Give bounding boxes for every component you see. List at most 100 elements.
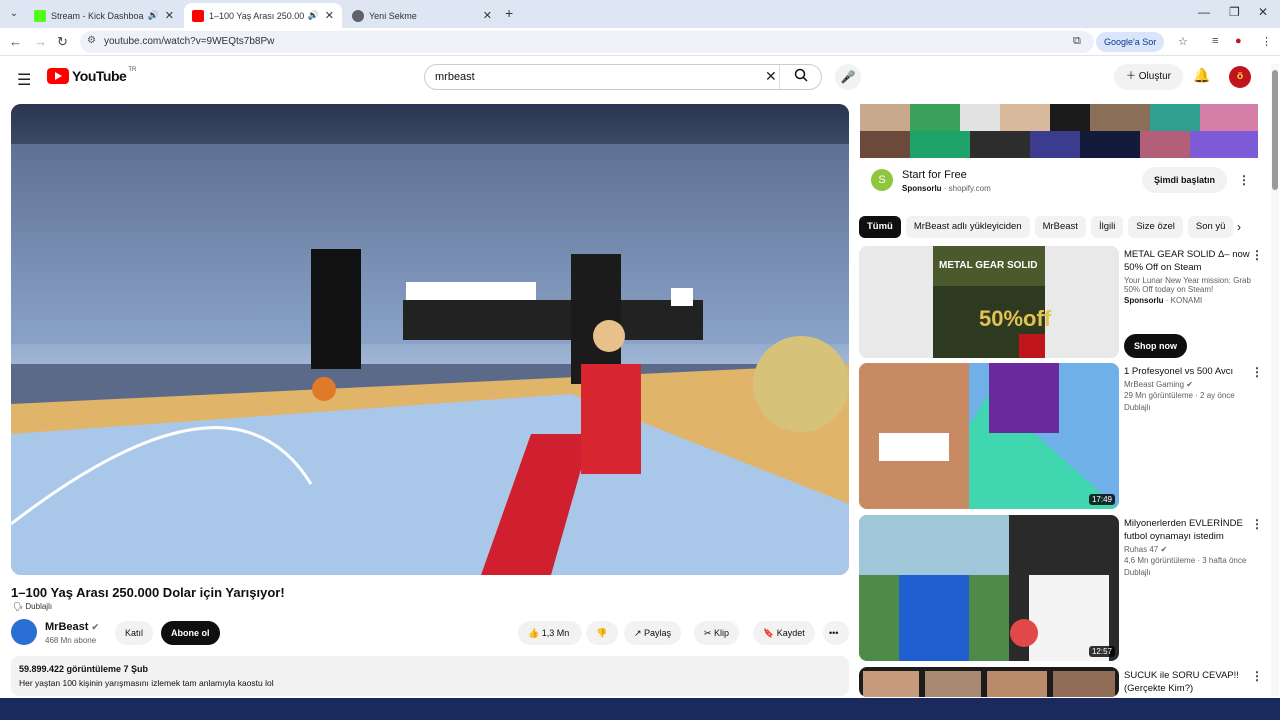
chip-related[interactable]: İlgili	[1090, 216, 1124, 238]
more-icon[interactable]: ⋮	[1251, 248, 1263, 262]
url-text[interactable]: youtube.com/watch?v=9WEQts7b8Pw	[104, 36, 274, 47]
sponsored-ad[interactable]: S Start for Free Sponsorlu · shopify.com…	[860, 165, 1258, 205]
video-title[interactable]: METAL GEAR SOLID Δ– now 50% Off on Steam	[1124, 248, 1252, 274]
recommended-video[interactable]: SUCUK ile SORU CEVAP!! (Gerçekte Kim?) ⋮	[859, 667, 1259, 697]
video-title: 1–100 Yaş Arası 250.000 Dolar için Yarış…	[11, 585, 285, 600]
restore-icon[interactable]: ❐	[1229, 5, 1240, 19]
youtube-logo[interactable]: YouTube TR	[47, 67, 136, 84]
close-tab-icon[interactable]: ✕	[325, 9, 334, 22]
channel-name[interactable]: Ruhas 47 ✔	[1124, 545, 1252, 554]
ad-banner-image[interactable]	[860, 104, 1258, 158]
bookmark-star-icon[interactable]: ☆	[1178, 35, 1188, 48]
more-actions-button[interactable]: •••	[823, 621, 849, 645]
omnibox[interactable]: ⚙ youtube.com/watch?v=9WEQts7b8Pw	[80, 31, 1094, 53]
share-button[interactable]: ↗ Paylaş	[624, 621, 682, 645]
subscribe-button[interactable]: Abone ol	[161, 621, 220, 645]
reading-list-icon[interactable]: ≡	[1212, 35, 1218, 47]
video-title[interactable]: Milyonerlerden EVLERİNDE futbol oynamayı…	[1124, 517, 1252, 543]
more-icon[interactable]: ⋮	[1251, 365, 1263, 379]
thumbnail[interactable]	[859, 667, 1119, 697]
verified-icon: ✔	[1160, 545, 1168, 554]
ad-title[interactable]: Start for Free	[902, 169, 967, 181]
sponsored-video-item[interactable]: METAL GEAR SOLID 50%off METAL GEAR SOLID…	[859, 246, 1263, 358]
join-button[interactable]: Katıl	[115, 621, 154, 645]
search-button[interactable]	[779, 65, 821, 89]
subscriber-count: 468 Mn abone	[45, 636, 97, 645]
clear-search-icon[interactable]: ✕	[765, 68, 777, 85]
video-meta: METAL GEAR SOLID Δ– now 50% Off on Steam…	[1124, 248, 1252, 305]
account-avatar[interactable]: ö	[1229, 66, 1251, 88]
verified-icon: ✔	[1186, 380, 1193, 389]
video-title[interactable]: 1 Profesyonel vs 500 Avcı	[1124, 365, 1252, 378]
description-box[interactable]: 59.899.422 görüntüleme 7 Şub Her yaştan …	[11, 656, 849, 696]
verified-icon: ✔	[91, 622, 100, 632]
shop-now-button[interactable]: Shop now	[1124, 334, 1187, 358]
save-button[interactable]: 🔖 Kaydet	[753, 621, 815, 645]
chip-recent[interactable]: Son yü	[1187, 216, 1234, 238]
tab-kick-dashboard[interactable]: Stream - Kick Dashboard 🔊 ✕	[26, 3, 182, 28]
channel-name[interactable]: MrBeast Gaming ✔	[1124, 380, 1252, 389]
tab-new-tab[interactable]: Yeni Sekme ✕	[344, 3, 500, 28]
search-box[interactable]: mrbeast ✕	[424, 64, 822, 90]
minecraft-thumbnail	[859, 363, 1119, 509]
more-icon[interactable]: ⋮	[1251, 669, 1259, 683]
shopify-icon: S	[871, 169, 893, 191]
tab-youtube-video[interactable]: 1–100 Yaş Arası 250.000 Do 🔊 ✕	[184, 3, 342, 28]
forward-icon[interactable]: →	[34, 34, 47, 49]
thumbnail[interactable]: 17:49	[859, 363, 1119, 509]
thumbnail[interactable]: METAL GEAR SOLID 50%off	[859, 246, 1119, 358]
ad-cta-button[interactable]: Şimdi başlatın	[1142, 167, 1228, 193]
speaker-icon[interactable]: 🔊	[308, 10, 319, 21]
video-title[interactable]: SUCUK ile SORU CEVAP!! (Gerçekte Kim?)	[1124, 669, 1252, 695]
chip-mrbeast[interactable]: MrBeast	[1034, 216, 1086, 238]
close-window-icon[interactable]: ✕	[1258, 5, 1268, 19]
search-input[interactable]: mrbeast	[435, 71, 475, 83]
video-meta: Milyonerlerden EVLERİNDE futbol oynamayı…	[1124, 517, 1252, 577]
ad-more-icon[interactable]: ⋮	[1238, 173, 1250, 187]
channel-avatar[interactable]	[11, 619, 37, 645]
new-tab-button[interactable]: +	[505, 5, 513, 21]
channel-name[interactable]: MrBeast ✔	[45, 621, 99, 633]
youtube-favicon-icon	[192, 9, 204, 22]
close-tab-icon[interactable]: ✕	[165, 9, 174, 22]
like-button[interactable]: 👍 1,3 Mn	[518, 621, 582, 645]
profile-icon[interactable]: ●	[1235, 35, 1242, 47]
chip-for-you[interactable]: Size özel	[1128, 216, 1183, 238]
minimize-icon[interactable]: —	[1198, 5, 1210, 19]
speaker-icon[interactable]: 🔊	[148, 10, 159, 21]
cast-icon[interactable]: ⧉	[1073, 35, 1081, 48]
back-icon[interactable]: ←	[9, 34, 22, 49]
voice-search-icon[interactable]: 🎤	[835, 64, 861, 90]
recommended-video[interactable]: 12:57 Milyonerlerden EVLERİNDE futbol oy…	[859, 515, 1263, 661]
shopify-collage	[860, 104, 1258, 158]
create-button[interactable]: ＋ Oluştur	[1114, 64, 1184, 90]
dubbed-badge: 🗣 Dublajlı	[13, 602, 53, 611]
plus-icon: ＋	[1126, 71, 1139, 82]
recommended-video[interactable]: 17:49 1 Profesyonel vs 500 Avcı MrBeast …	[859, 363, 1263, 509]
page-scrollbar[interactable]	[1271, 64, 1279, 696]
site-info-icon[interactable]: ⚙	[87, 35, 96, 46]
chip-all[interactable]: Tümü	[859, 216, 901, 238]
clip-button[interactable]: ✂ Klip	[694, 621, 740, 645]
view-count-date: 59.899.422 görüntüleme 7 Şub	[19, 664, 149, 674]
chevron-right-icon[interactable]: ›	[1237, 220, 1241, 234]
view-count: 29 Mn görüntüleme · 2 ay önce	[1124, 391, 1235, 400]
duration-badge: 12:57	[1088, 646, 1115, 657]
more-horiz-icon: •••	[829, 628, 839, 638]
dub-icon: 🗣	[13, 602, 26, 611]
more-icon[interactable]: ⋮	[1251, 517, 1263, 531]
close-tab-icon[interactable]: ✕	[483, 9, 492, 22]
dislike-button[interactable]: 👎	[586, 621, 618, 645]
google-ask-button[interactable]: Google'a Sor	[1096, 32, 1165, 52]
thumbnail[interactable]: 12:57	[859, 515, 1119, 661]
chip-from-uploader[interactable]: MrBeast adlı yükleyiciden	[905, 216, 1030, 238]
reload-icon[interactable]: ↻	[57, 34, 68, 50]
browser-menu-icon[interactable]: ⋮	[1261, 35, 1272, 48]
tab-search-icon[interactable]: ⌄	[6, 6, 22, 22]
scrollbar-thumb[interactable]	[1272, 70, 1278, 190]
notifications-icon[interactable]: 🔔	[1193, 67, 1210, 84]
video-player[interactable]	[11, 104, 849, 575]
browser-tab-bar: ⌄ Stream - Kick Dashboard 🔊 ✕ 1–100 Yaş …	[0, 0, 1280, 28]
menu-icon[interactable]: ☰	[17, 70, 31, 90]
filter-chips: Tümü MrBeast adlı yükleyiciden MrBeast İlgi…	[859, 216, 1245, 238]
